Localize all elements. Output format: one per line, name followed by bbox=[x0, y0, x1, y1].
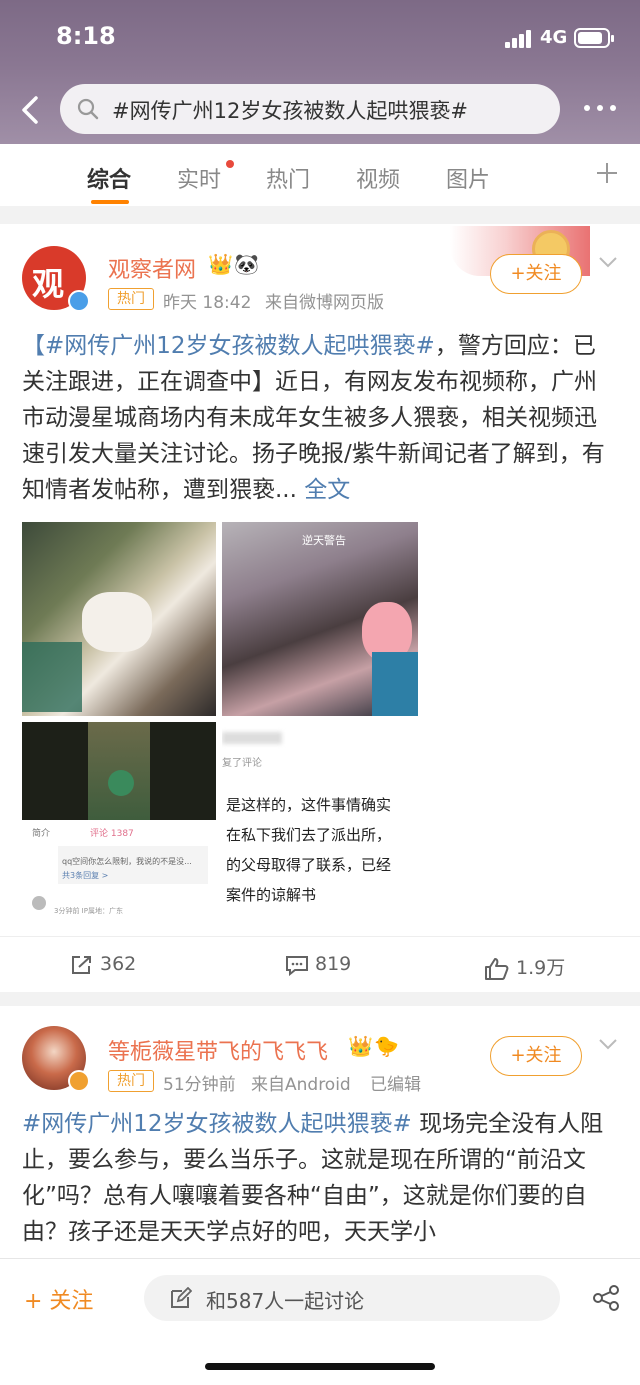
post-hashtag[interactable]: #网传广州12岁女孩被数人起哄猥亵# bbox=[22, 1111, 412, 1137]
screenshot-meta: 3分钟前 IP属地：广东 bbox=[54, 907, 123, 915]
post-image-4[interactable]: 复了评论 是这样的，这件事情确实 在私下我们去了派出所， 的父母取得了联系，已经… bbox=[222, 722, 418, 916]
screenshot-comment: qq空间你怎么限制，我说的不是没... bbox=[62, 857, 192, 866]
back-button[interactable] bbox=[16, 90, 46, 130]
post-text: 【#网传广州12岁女孩被数人起哄猥亵#，警方回应：已关注跟进，正在调查中】近日，… bbox=[22, 328, 618, 508]
hot-badge: 热门 bbox=[108, 1070, 154, 1092]
tab-hot[interactable]: 热门 bbox=[266, 162, 310, 194]
screenshot-tab-comments: 评论 1387 bbox=[90, 829, 134, 839]
edited-label: 已编辑 bbox=[370, 1075, 421, 1095]
repost-button[interactable]: 362 bbox=[70, 953, 136, 976]
screenshot-line-1: 是这样的，这件事情确实 bbox=[226, 796, 392, 814]
post-text: #网传广州12岁女孩被数人起哄猥亵# 现场完全没有人阻止，要么参与，要么当乐子。… bbox=[22, 1106, 618, 1250]
author-name[interactable]: 等栀薇星带飞的飞飞飞 bbox=[108, 1034, 328, 1066]
home-indicator bbox=[205, 1363, 435, 1370]
top-header: 8:18 4G #网传广州12岁女孩被数人起哄猥亵# bbox=[0, 0, 640, 144]
back-arrow-icon bbox=[22, 96, 38, 124]
repost-icon bbox=[72, 955, 91, 974]
comment-count: 819 bbox=[315, 953, 352, 975]
bottom-follow-button[interactable]: + 关注 bbox=[24, 1283, 93, 1315]
tab-comprehensive[interactable]: 综合 bbox=[87, 162, 131, 194]
discuss-input[interactable]: 和587人一起讨论 bbox=[144, 1275, 560, 1321]
discuss-label: 和587人一起讨论 bbox=[206, 1289, 365, 1313]
author-name[interactable]: 观察者网 bbox=[108, 252, 196, 284]
post-time: 51分钟前 bbox=[163, 1075, 236, 1095]
search-input[interactable]: #网传广州12岁女孩被数人起哄猥亵# bbox=[60, 84, 560, 134]
status-time: 8:18 bbox=[56, 22, 116, 50]
screenshot-tab-intro: 简介 bbox=[32, 829, 51, 839]
tab-realtime[interactable]: 实时 bbox=[177, 162, 221, 194]
post-time: 昨天 18:42 bbox=[163, 293, 252, 313]
post-actions: 362 819 1.9万 bbox=[0, 936, 640, 996]
active-tab-indicator bbox=[91, 200, 129, 204]
post-image-2[interactable]: 逆天警告 bbox=[222, 522, 418, 716]
comment-icon bbox=[286, 955, 308, 976]
share-icon[interactable] bbox=[592, 1285, 620, 1311]
like-button[interactable]: 1.9万 bbox=[484, 953, 565, 981]
signal-icon bbox=[505, 30, 535, 48]
comment-button[interactable]: 819 bbox=[285, 953, 351, 976]
screenshot-reply-count: 共3条回复 > bbox=[62, 871, 109, 880]
member-crown-icon: 👑 bbox=[208, 252, 233, 276]
repost-count: 362 bbox=[100, 953, 137, 975]
verified-icon bbox=[68, 1070, 90, 1092]
hot-badge: 热门 bbox=[108, 288, 154, 310]
chick-icon: 🐤 bbox=[374, 1034, 399, 1058]
battery-icon bbox=[574, 28, 614, 48]
post-card[interactable]: 观 观察者网 👑 🐼 热门 昨天 18:42 来自微博网页版 +关注 【#网传广… bbox=[0, 224, 640, 992]
tab-video[interactable]: 视频 bbox=[356, 162, 400, 194]
follow-button[interactable]: +关注 bbox=[490, 254, 582, 294]
post-source: 来自Android bbox=[251, 1075, 351, 1095]
tab-bar: 综合 实时 热门 视频 图片 bbox=[0, 144, 640, 206]
screenshot-reply-header: 复了评论 bbox=[222, 758, 262, 769]
chevron-down-icon[interactable] bbox=[598, 256, 618, 268]
post-hashtag[interactable]: 【#网传广州12岁女孩被数人起哄猥亵# bbox=[22, 333, 435, 359]
new-content-dot bbox=[226, 160, 234, 168]
network-type: 4G bbox=[540, 27, 568, 48]
chevron-down-icon[interactable] bbox=[598, 1038, 618, 1050]
screenshot-line-4: 案件的谅解书 bbox=[226, 886, 317, 904]
follow-button[interactable]: +关注 bbox=[490, 1036, 582, 1076]
edit-icon bbox=[171, 1287, 192, 1308]
more-options-button[interactable] bbox=[580, 98, 620, 118]
add-tab-icon[interactable] bbox=[596, 162, 618, 184]
post-image-3[interactable]: 简介 评论 1387 qq空间你怎么限制，我说的不是没... 共3条回复 > 3… bbox=[22, 722, 216, 916]
verified-icon bbox=[68, 290, 90, 312]
screenshot-line-2: 在私下我们去了派出所， bbox=[226, 826, 392, 844]
status-bar: 8:18 4G bbox=[0, 0, 640, 78]
panda-icon: 🐼 bbox=[234, 252, 259, 276]
screenshot-line-3: 的父母取得了联系，已经 bbox=[226, 856, 392, 874]
search-query: #网传广州12岁女孩被数人起哄猥亵# bbox=[112, 99, 468, 123]
search-icon bbox=[77, 98, 99, 120]
post-image-1[interactable] bbox=[22, 522, 216, 716]
tab-images[interactable]: 图片 bbox=[446, 162, 490, 194]
image-overlay-text: 逆天警告 bbox=[302, 534, 346, 547]
post-source: 来自微博网页版 bbox=[265, 293, 384, 313]
like-count: 1.9万 bbox=[516, 957, 566, 979]
full-text-link[interactable]: 全文 bbox=[304, 477, 350, 503]
thumbs-up-icon bbox=[485, 957, 509, 980]
post-card[interactable]: 等栀薇星带飞的飞飞飞 👑 🐤 热门 51分钟前 来自Android 已编辑 +关… bbox=[0, 1006, 640, 1260]
member-crown-icon: 👑 bbox=[348, 1034, 373, 1058]
